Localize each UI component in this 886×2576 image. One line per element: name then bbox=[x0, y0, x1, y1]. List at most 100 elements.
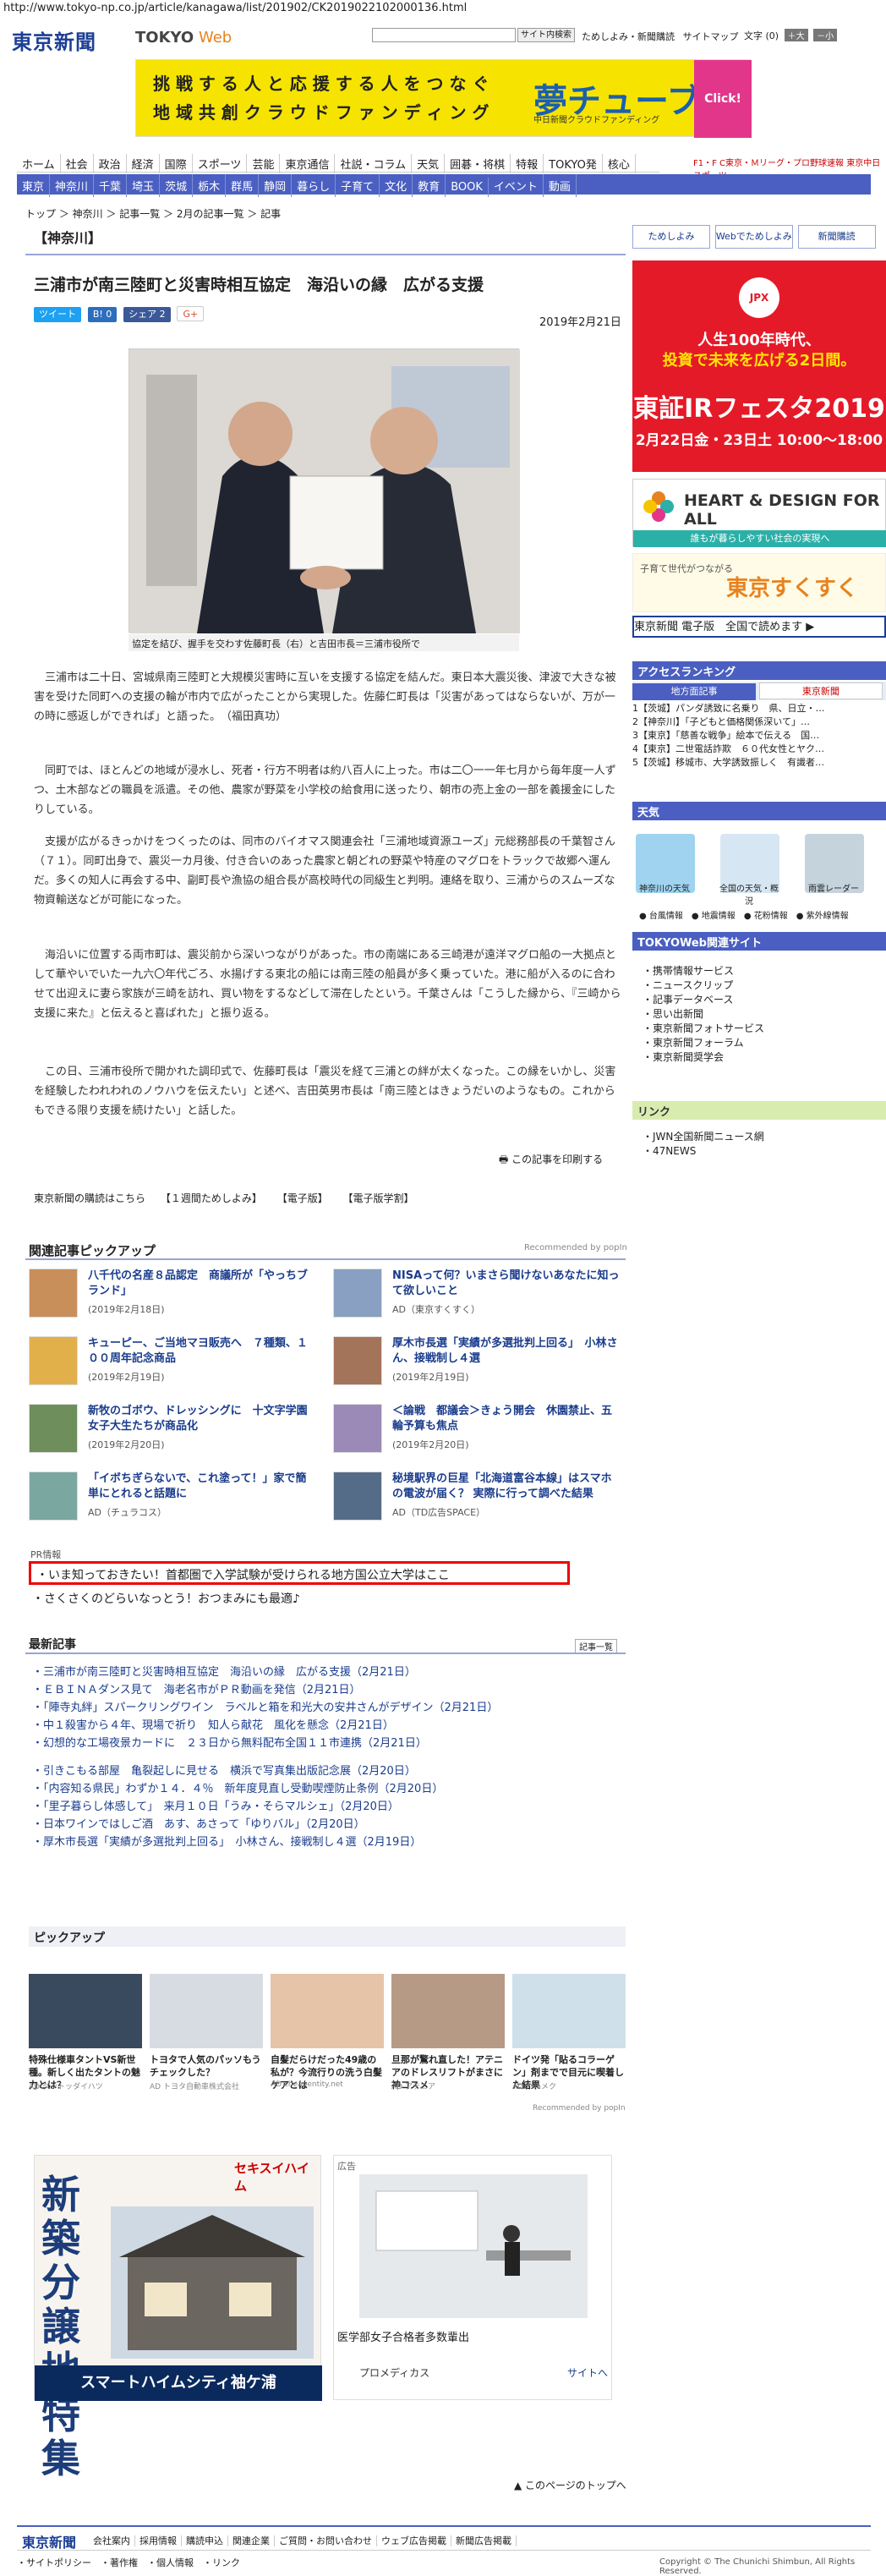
related-item[interactable]: 新牧のゴボウ、ドレッシングに 十文字学園女子大生たちが商品化 (2019年2月20… bbox=[29, 1404, 320, 1456]
hatena-button[interactable]: B! 0 bbox=[87, 307, 118, 322]
region-nav-item[interactable]: 埼玉 bbox=[127, 174, 161, 197]
weather-label[interactable]: 全国の天気・概況 bbox=[719, 881, 779, 907]
region-nav-item[interactable]: 群馬 bbox=[226, 174, 260, 197]
latest-item[interactable]: ・日本ワインではしご酒 あす、あさって「ゆりバル」（2月20日） bbox=[32, 1815, 365, 1831]
region-nav-item[interactable]: 子育て bbox=[336, 174, 380, 197]
latest-item[interactable]: ・幻想的な工場夜景カードに ２３日から無料配布全国１１市連携（2月21日） bbox=[32, 1734, 427, 1750]
digital-link[interactable]: 【電子版】 bbox=[277, 1192, 328, 1204]
web-trial-button[interactable]: Webでためしよみ bbox=[714, 225, 793, 249]
tokyoweb-link[interactable]: ・東京新聞フォトサービス bbox=[643, 1022, 764, 1036]
site-search-input[interactable] bbox=[372, 28, 516, 42]
ranking-item[interactable]: 2【神奈川】「子どもと価格関係深いて」… bbox=[632, 715, 886, 729]
ranking-item[interactable]: 4【東京】二世電話詐欺 ６０代女性とヤク… bbox=[632, 743, 886, 756]
heart-design-ad[interactable]: HEART & DESIGN FOR ALL 誰もが暮らしやすい社会の実現へ bbox=[632, 479, 886, 547]
tokyo-web-logo[interactable]: TOKYO Web bbox=[135, 29, 232, 47]
tokyoweb-link[interactable]: ・記事データベース bbox=[643, 993, 764, 1007]
tokyoweb-link[interactable]: ・携帯情報サービス bbox=[643, 964, 764, 978]
subscribe-link[interactable]: 東京新聞の購読はこちら bbox=[34, 1192, 145, 1204]
pickup-item[interactable]: 旦那が驚れ直した！アテニアのドレスリフトがまさに神コスメ AD アテニア bbox=[391, 1974, 506, 2092]
nav-item[interactable]: TOKYO発 bbox=[544, 154, 603, 173]
pickup-item[interactable]: 特殊仕様車タントVS新世種。新しく出たタントの魅力とは？ AD ダントッダイハツ bbox=[29, 1974, 144, 2092]
nav-item[interactable]: 囲碁・将棋 bbox=[445, 154, 511, 173]
sukusuku-ad[interactable]: 子育て世代がつながる 東京すくすく bbox=[632, 553, 886, 612]
region-nav-item[interactable]: 茨城 bbox=[160, 174, 194, 197]
latest-item[interactable]: ・厚木市長選「実績が多選批判上回る」 小林さん、接戦制し４選（2月19日） bbox=[32, 1833, 421, 1849]
nav-item[interactable]: 国際 bbox=[160, 154, 193, 173]
tokyoweb-link[interactable]: ・思い出新聞 bbox=[643, 1007, 764, 1022]
weather-label[interactable]: 雨雲レーダー bbox=[803, 881, 864, 894]
nav-item[interactable]: 社説・コラム bbox=[335, 154, 413, 173]
region-nav-item[interactable]: BOOK bbox=[446, 178, 489, 197]
weather-link[interactable]: ● 台風情報 bbox=[639, 912, 683, 921]
latest-item[interactable]: ・ＥＢＩＮＡダンス見て 海老名市がＰＲ動画を発信（2月21日） bbox=[32, 1680, 361, 1696]
site-search-button[interactable]: サイト内検索 bbox=[517, 28, 575, 42]
pr-link-highlighted[interactable]: ・いま知っておきたい！首都圏で入学試験が受けられる地方国公立大学はここ bbox=[29, 1561, 570, 1585]
nav-item[interactable]: 東京通信 bbox=[280, 154, 336, 173]
footer-link[interactable]: 関連企業 bbox=[232, 2535, 275, 2546]
region-nav-item[interactable]: 教育 bbox=[413, 174, 446, 197]
latest-item[interactable]: ・「陣寺丸絆」スパークリングワイン ラベルと箱を和光大の安井さんがデザイン（2月… bbox=[32, 1698, 498, 1714]
ranking-item[interactable]: 1【茨城】パンダ誘致に名乗り 県、日立・… bbox=[632, 702, 886, 715]
latest-item[interactable]: ・「内容知る県民」わずか１４．４％ 新年度見直し受動喫煙防止条例（2月20日） bbox=[32, 1779, 443, 1795]
pr-link[interactable]: ・さくさくのどらいなっとう！おつまみにも最適♪ bbox=[32, 1590, 300, 1607]
digital-edition-banner[interactable]: 東京新聞 電子版 全国で読めます ▶ bbox=[632, 616, 886, 638]
weather-link[interactable]: ● 花粉情報 bbox=[744, 912, 788, 921]
nav-item[interactable]: 特報 bbox=[511, 154, 544, 173]
pickup-title-link[interactable]: トヨタで人気のパッソもうチェックした？ bbox=[150, 2053, 265, 2079]
trial-button[interactable]: ためしよみ bbox=[632, 225, 710, 249]
tokyoweb-link[interactable]: ・東京新聞フォーラム bbox=[643, 1036, 764, 1050]
digital-student-link[interactable]: 【電子版学割】 bbox=[343, 1192, 414, 1204]
footer-link[interactable]: 会社案内 bbox=[93, 2535, 135, 2546]
latest-item[interactable]: ・引きこもる部屋 亀裂起しに見せる 横浜で写真集出版記念展（2月20日） bbox=[32, 1762, 416, 1778]
related-title-link[interactable]: 厚木市長選「実績が多選批判上回る」 小林さん、接戦制し４選 bbox=[392, 1336, 621, 1367]
footer-link[interactable]: ご質問・お問い合わせ bbox=[279, 2535, 377, 2546]
top-banner-ad[interactable]: 挑 戦 す る 人 と 応 援 す る 人 を つ な ぐ 地 域 共 創 ク … bbox=[135, 59, 752, 138]
weather-link[interactable]: ● 紫外線情報 bbox=[796, 912, 849, 921]
jpx-ad[interactable]: JPX 人生100年時代、 投資で未来を広げる2日間。 東証IRフェスタ2019… bbox=[632, 260, 886, 472]
tab-regional[interactable]: 地方面記事 bbox=[632, 683, 756, 700]
page-top-link[interactable]: ▲ このページのトップへ bbox=[514, 2478, 626, 2492]
related-title-link[interactable]: 新牧のゴボウ、ドレッシングに 十文字学園女子大生たちが商品化 bbox=[88, 1404, 316, 1434]
region-nav-item[interactable]: 暮らし bbox=[292, 174, 336, 197]
region-nav-item[interactable]: 動画 bbox=[544, 174, 577, 197]
region-nav-item[interactable]: 静岡 bbox=[259, 174, 293, 197]
footer-link[interactable]: 採用情報 bbox=[139, 2535, 182, 2546]
nav-item[interactable]: 核心 bbox=[603, 154, 636, 173]
footer-logo[interactable]: 東京新聞 bbox=[22, 2531, 76, 2551]
tokyoweb-link[interactable]: ・東京新聞奨学会 bbox=[643, 1050, 764, 1065]
weather-label[interactable]: 神奈川の天気 bbox=[634, 881, 695, 894]
related-title-link[interactable]: 秘境駅界の巨星「北海道富谷本線」はスマホの電波が届く？ 実際に行って調べた結果 bbox=[392, 1472, 621, 1502]
pickup-item[interactable]: 自髪だらけだった49歳の私が？今流行りの洗う白髪ケアとは AD cheapenti… bbox=[271, 1974, 386, 2092]
related-item[interactable]: ＜論戦 都議会＞きょう開会 休園禁止、五輪予算も焦点 (2019年2月20日) bbox=[333, 1404, 625, 1456]
related-item[interactable]: 八千代の名産８品認定 商議所が「やっちブランド」 (2019年2月18日) bbox=[29, 1269, 320, 1321]
subscribe-button[interactable]: 新聞購読 bbox=[797, 225, 876, 249]
related-title-link[interactable]: キューピー、ご当地マヨ販売へ ７種類、１００周年記念商品 bbox=[88, 1336, 316, 1367]
ranking-item[interactable]: 3【東京】「慈善な戦争」絵本で伝える 国… bbox=[632, 729, 886, 743]
related-title-link[interactable]: ＜論戦 都議会＞きょう開会 休園禁止、五輪予算も焦点 bbox=[392, 1404, 621, 1434]
latest-item[interactable]: ・三浦市が南三陸町と災害時相互協定 海沿いの縁 広がる支援（2月21日） bbox=[32, 1663, 416, 1679]
region-nav-item[interactable]: 栃木 bbox=[193, 174, 227, 197]
housing-ad[interactable]: セキスイハイム 新築分譲地特集 スマートハイムシティ袖ケ浦 bbox=[34, 2155, 322, 2480]
trial-link[interactable]: 【１週間ためしよみ】 bbox=[161, 1192, 262, 1204]
related-item[interactable]: NISAって何？いまさら聞けないあなたに知って欲しいこと AD（東京すくすく） bbox=[333, 1269, 625, 1321]
school-ad[interactable]: 広告 医学部女子合格者多数輩出 プロメディカス サイトへ bbox=[333, 2155, 612, 2400]
related-item[interactable]: 厚木市長選「実績が多選批判上回る」 小林さん、接戦制し４選 (2019年2月19日… bbox=[333, 1336, 625, 1389]
related-title-link[interactable]: 「イボちぎらないで、これ塗って！」家で簡単にとれると話題に bbox=[88, 1472, 316, 1502]
gplus-button[interactable]: G+ bbox=[177, 306, 205, 321]
nav-item[interactable]: 政治 bbox=[94, 154, 127, 173]
latest-item[interactable]: ・「里子暮らし体感して」 来月１０日「うみ・そらマルシェ」（2月20日） bbox=[32, 1797, 399, 1813]
region-nav-item[interactable]: 神奈川 bbox=[50, 174, 95, 197]
nav-item[interactable]: ホーム bbox=[17, 154, 61, 173]
pickup-item[interactable]: トヨタで人気のパッソもうチェックした？ AD トヨタ自動車株式会社 bbox=[150, 1974, 265, 2092]
print-article-link[interactable]: 🖶 この記事を印刷する bbox=[499, 1152, 603, 1170]
related-title-link[interactable]: NISAって何？いまさら聞けないあなたに知って欲しいこと bbox=[392, 1269, 621, 1299]
ranking-item[interactable]: 5【茨城】移城市、大学誘致振しく 有識者… bbox=[632, 756, 886, 770]
tokyoweb-link[interactable]: ・ニュースクリップ bbox=[643, 978, 764, 993]
header-link-trial[interactable]: ためしよみ・新聞購読 bbox=[582, 31, 675, 42]
footer-policy-links[interactable]: ・サイトポリシー ・著作権 ・個人情報 ・リンク bbox=[17, 2556, 240, 2569]
related-title-link[interactable]: 八千代の名産８品認定 商議所が「やっちブランド」 bbox=[88, 1269, 316, 1299]
article-list-button[interactable]: 記事一覧 bbox=[575, 1639, 617, 1653]
site-logo[interactable]: 東京新聞 bbox=[12, 25, 96, 55]
nav-item[interactable]: 芸能 bbox=[247, 154, 281, 173]
footer-link[interactable]: ウェブ広告掲載 bbox=[381, 2535, 451, 2546]
